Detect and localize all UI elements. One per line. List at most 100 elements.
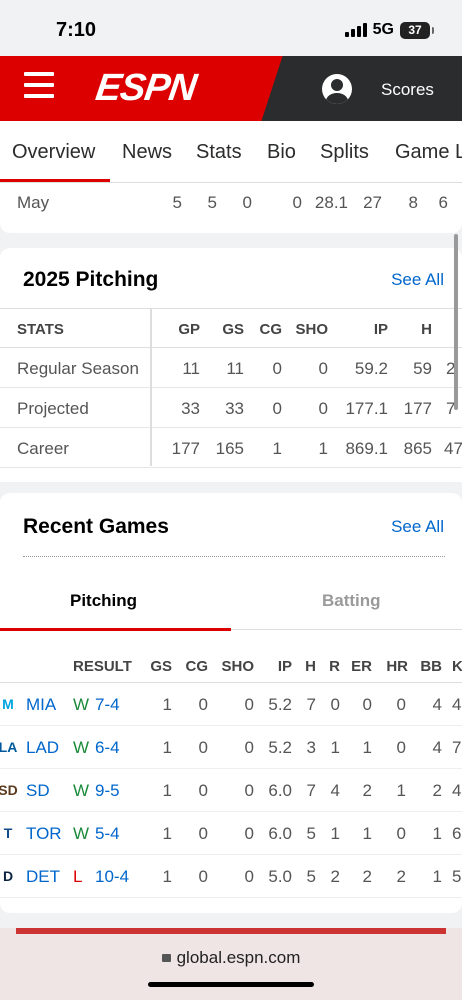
tab-game-log[interactable]: Game L (395, 141, 462, 164)
opponent-link[interactable]: LAD (26, 738, 59, 758)
card-title: 2025 Pitching (23, 268, 159, 291)
tab-pitching[interactable]: Pitching (70, 591, 137, 611)
pitching-table: STATS GP GS CG SHO IP H Regular Season 1… (0, 308, 462, 468)
cell: 6.0 (268, 824, 292, 843)
cell: 4 (432, 738, 442, 757)
profile-icon[interactable] (322, 74, 352, 104)
cell: 1 (330, 824, 340, 843)
tab-overview[interactable]: Overview (12, 141, 95, 164)
home-indicator[interactable] (148, 982, 314, 987)
cell: 165 (215, 439, 244, 458)
games-table-header: RESULT GS CG SHO IP H R ER HR BB K (0, 653, 462, 683)
row-label: Career (17, 439, 69, 458)
cell: 0 (396, 695, 406, 714)
column-header: STATS (17, 321, 64, 338)
opponent-link[interactable]: MIA (26, 695, 56, 715)
cell: 0 (272, 359, 282, 378)
result-score-link[interactable]: 5-4 (95, 824, 120, 844)
opponent-link[interactable]: DET (26, 867, 60, 887)
recent-games-card: Recent Games See All Pitching Batting RE… (0, 493, 462, 913)
game-row[interactable]: SD SD W 9-5 1 0 0 6.0 7 4 2 1 2 4 (0, 769, 462, 812)
espn-logo[interactable]: ESPN (93, 67, 198, 110)
cell: 2 (330, 867, 340, 886)
result-score-link[interactable]: 10-4 (95, 867, 129, 887)
tab-news[interactable]: News (122, 141, 172, 164)
cell: 1 (318, 439, 328, 458)
tab-batting[interactable]: Batting (322, 591, 381, 611)
result-score-link[interactable]: 9-5 (95, 781, 120, 801)
month-value: 0 (292, 193, 302, 212)
tab-stats[interactable]: Stats (196, 141, 242, 164)
game-row[interactable]: M MIA W 7-4 1 0 0 5.2 7 0 0 0 4 4 (0, 683, 462, 726)
cell: 6.0 (268, 781, 292, 800)
cell: 1 (330, 738, 340, 757)
cell: 59 (413, 359, 432, 378)
monthly-splits-card: May 5 5 0 0 28.1 27 8 6 (0, 183, 462, 233)
column-header: CG (185, 658, 209, 675)
url-bar[interactable]: global.espn.com (0, 948, 462, 968)
player-tabs: Overview News Stats Bio Splits Game L (0, 121, 462, 183)
url-text: global.espn.com (176, 948, 301, 967)
scores-link[interactable]: Scores (381, 80, 434, 100)
cell: 33 (225, 399, 244, 418)
cell: 2 (432, 781, 442, 800)
status-time: 7:10 (56, 19, 97, 41)
cell: 0 (318, 399, 328, 418)
subtab-divider (231, 629, 462, 630)
column-header: SHO (221, 658, 254, 675)
team-logo-icon: LA (0, 739, 18, 755)
cell: 0 (198, 695, 208, 714)
row-label: Projected (17, 399, 89, 418)
scrollbar[interactable] (454, 234, 458, 410)
cell: 1 (162, 781, 172, 800)
cell: 1 (396, 781, 406, 800)
game-row[interactable]: D DET L 10-4 1 0 0 5.0 5 2 2 2 1 5 (0, 855, 462, 898)
cell: 869.1 (345, 439, 388, 458)
cell: 5 (306, 867, 316, 886)
menu-icon[interactable] (24, 72, 54, 102)
cell: 1 (432, 824, 442, 843)
site-header: ESPN Scores (0, 56, 462, 121)
cell: 0 (198, 867, 208, 886)
see-all-link[interactable]: See All (391, 270, 444, 290)
column-header: IP (373, 321, 388, 338)
result-score-link[interactable]: 7-4 (95, 695, 120, 715)
opponent-link[interactable]: TOR (26, 824, 62, 844)
browser-bar: global.espn.com (0, 928, 462, 1000)
cell: 5 (306, 824, 316, 843)
column-header: GS (150, 658, 172, 675)
cell: 7 (306, 781, 316, 800)
cell: 0 (396, 824, 406, 843)
column-header: GS (222, 321, 244, 338)
cell: 0 (244, 867, 254, 886)
cell: 33 (181, 399, 200, 418)
signal-icon (344, 23, 367, 37)
cell: 2 (362, 781, 372, 800)
column-header: H (305, 658, 316, 675)
cell: 1 (162, 824, 172, 843)
divider (23, 556, 445, 557)
column-header: CG (259, 321, 283, 338)
cell: 4 (432, 695, 442, 714)
cell: 1 (162, 695, 172, 714)
sticky-column-divider (150, 308, 152, 466)
see-all-link[interactable]: See All (391, 517, 444, 537)
tab-bio[interactable]: Bio (267, 141, 296, 164)
cell: 0 (244, 824, 254, 843)
cell: 1 (162, 738, 172, 757)
cell: 1 (362, 738, 372, 757)
game-row[interactable]: T TOR W 5-4 1 0 0 6.0 5 1 1 0 1 6 (0, 812, 462, 855)
opponent-link[interactable]: SD (26, 781, 50, 801)
month-value: 0 (242, 193, 252, 212)
column-header: SHO (295, 321, 328, 338)
cell: 0 (244, 738, 254, 757)
game-row[interactable]: LA LAD W 6-4 1 0 0 5.2 3 1 1 0 4 7 (0, 726, 462, 769)
column-header: BB (420, 658, 442, 675)
result-score-link[interactable]: 6-4 (95, 738, 120, 758)
cell: 0 (244, 781, 254, 800)
status-bar: 7:10 5G 37 (0, 0, 462, 56)
cell: 4 (330, 781, 340, 800)
tab-splits[interactable]: Splits (320, 141, 369, 164)
column-header: R (329, 658, 340, 675)
cell: 0 (272, 399, 282, 418)
